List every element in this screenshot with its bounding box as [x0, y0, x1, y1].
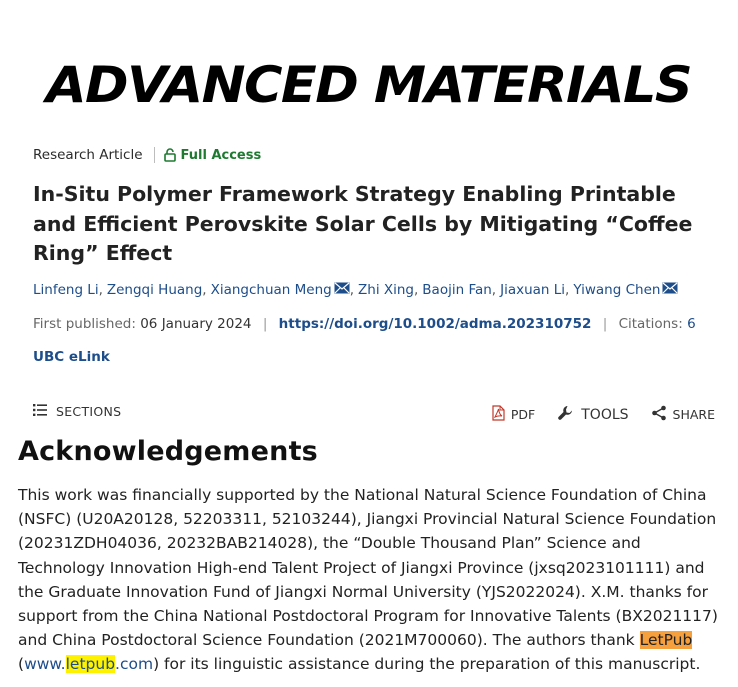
author-link[interactable]: Xiangchuan Meng	[211, 282, 332, 298]
author-link[interactable]: Baojin Fan	[422, 282, 492, 298]
author-link[interactable]: Jiaxuan Li	[500, 282, 565, 298]
divider: |	[602, 316, 608, 332]
author-link[interactable]: Zhi Xing	[358, 282, 414, 298]
divider: |	[262, 316, 268, 332]
separator: ,	[414, 282, 419, 298]
journal-logo: ADVANCED MATERIALS	[46, 56, 693, 114]
author-link[interactable]: Linfeng Li	[33, 282, 99, 298]
sections-list-icon	[33, 404, 47, 419]
doi-link[interactable]: https://doi.org/10.1002/adma.202310752	[279, 316, 592, 332]
article-meta: Research Article Full Access	[33, 147, 261, 163]
lock-icon	[163, 148, 176, 162]
full-access-badge: Full Access	[163, 147, 262, 163]
acknowledgements-body: This work was financially supported by t…	[18, 483, 723, 677]
first-published-date: 06 January 2024	[140, 316, 252, 332]
letpub-link[interactable]: www.letpub.com	[24, 655, 154, 674]
pdf-icon	[492, 405, 505, 424]
separator: ,	[202, 282, 207, 298]
separator: ,	[349, 282, 355, 298]
article-toolbar: SECTIONS PDF TOOLS SHARE	[33, 404, 715, 426]
article-type: Research Article	[33, 147, 143, 163]
article-title: In-Situ Polymer Framework Strategy Enabl…	[33, 182, 693, 265]
mail-icon[interactable]	[334, 282, 350, 298]
acknowledgements-heading: Acknowledgements	[18, 436, 318, 467]
link-suffix: .com	[115, 655, 154, 674]
letpub-highlight: LetPub	[639, 631, 693, 650]
author-list: Linfeng Li, Zengqi Huang, Xiangchuan Men…	[33, 282, 678, 298]
ubc-elink[interactable]: UBC eLink	[33, 349, 110, 365]
ack-text-end: for its linguistic assistance during the…	[159, 655, 701, 674]
author-link[interactable]: Zengqi Huang	[107, 282, 202, 298]
mail-icon[interactable]	[662, 282, 678, 298]
first-published-label: First published:	[33, 316, 136, 332]
share-icon	[651, 405, 667, 424]
pdf-button[interactable]: PDF	[492, 405, 535, 424]
publication-info: First published: 06 January 2024 | https…	[33, 316, 696, 332]
tools-label: TOOLS	[581, 406, 629, 423]
letpub-link-highlight: letpub	[65, 655, 116, 674]
sections-button[interactable]: SECTIONS	[33, 404, 121, 419]
sections-label: SECTIONS	[56, 404, 122, 419]
ack-text: This work was financially supported by t…	[18, 486, 718, 650]
author-link[interactable]: Yiwang Chen	[573, 282, 660, 298]
citations-label: Citations:	[618, 316, 683, 332]
separator: ,	[565, 282, 570, 298]
share-button[interactable]: SHARE	[651, 405, 715, 424]
pdf-label: PDF	[510, 407, 536, 422]
separator: ,	[491, 282, 497, 298]
link-prefix: www.	[24, 655, 66, 674]
share-label: SHARE	[672, 407, 715, 422]
divider	[153, 147, 155, 163]
wrench-icon	[557, 404, 575, 425]
citations-count[interactable]: 6	[687, 316, 696, 332]
tools-button[interactable]: TOOLS	[557, 404, 629, 425]
access-label: Full Access	[180, 147, 262, 163]
separator: ,	[98, 282, 103, 298]
